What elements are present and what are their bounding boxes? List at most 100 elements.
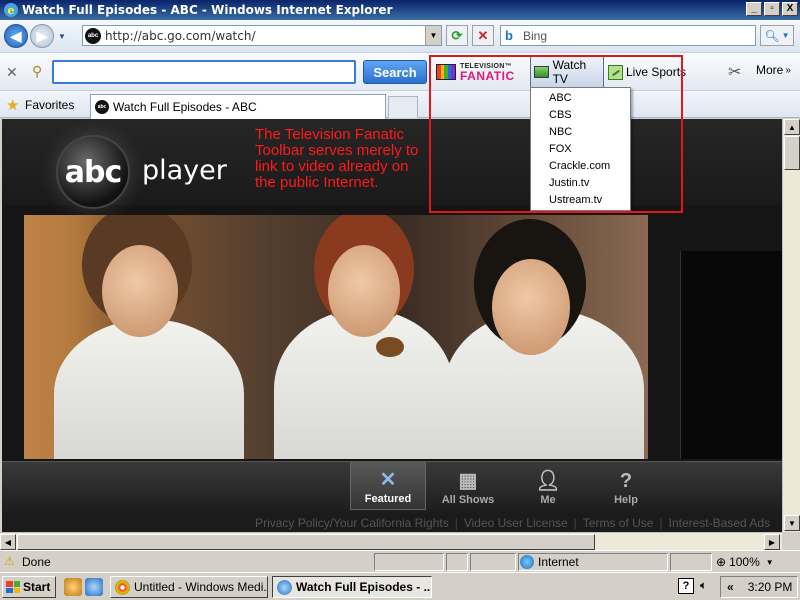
popup-blocked-cell[interactable] <box>446 553 468 571</box>
horizontal-scrollbar[interactable]: ◀ ▶ <box>0 532 782 550</box>
warning-icon: ⚠ <box>4 554 15 568</box>
start-label: Start <box>23 580 51 594</box>
start-button[interactable]: Start <box>2 576 56 598</box>
zoom-level: 100% <box>729 555 760 569</box>
scroll-right-button[interactable]: ▶ <box>764 534 780 550</box>
protected-mode-cell[interactable] <box>670 553 712 571</box>
vertical-scrollbar[interactable]: ▲ ▼ <box>782 119 800 533</box>
video-still <box>24 215 648 459</box>
favorites-label[interactable]: Favorites <box>25 98 74 112</box>
system-tray: « 3:20 PM <box>720 576 798 598</box>
address-input[interactable]: abc http://abc.go.com/watch/ ▼ <box>82 25 442 46</box>
window-controls: _ ▫ X <box>746 2 798 16</box>
quick-launch-firefox-icon[interactable] <box>64 578 82 596</box>
nav-help[interactable]: ? Help <box>588 462 664 510</box>
globe-icon <box>520 555 534 569</box>
search-placeholder: Bing <box>523 28 548 43</box>
terms-link[interactable]: Terms of Use <box>577 516 660 530</box>
nav-all-shows-label: All Shows <box>441 494 495 506</box>
menu-item-nbc[interactable]: NBC <box>531 124 630 141</box>
recent-pages-dropdown[interactable]: ▼ <box>58 32 68 41</box>
chevron-down-icon: ▼ <box>781 31 790 40</box>
footer-links: Privacy Policy/Your California Rights | V… <box>2 513 782 533</box>
interest-ads-link[interactable]: Interest-Based Ads <box>663 516 776 530</box>
task-watch-full-episodes[interactable]: Watch Full Episodes - ... <box>272 576 432 598</box>
nav-featured-label: Featured <box>364 493 412 505</box>
menu-item-justin[interactable]: Justin.tv <box>531 175 630 192</box>
privacy-link[interactable]: Privacy Policy/Your California Rights <box>249 516 455 530</box>
tray-expand-icon[interactable]: « <box>727 580 734 594</box>
forward-button[interactable]: ▶ <box>30 24 54 48</box>
scroll-left-button[interactable]: ◀ <box>0 534 16 550</box>
scroll-down-button[interactable]: ▼ <box>784 515 800 531</box>
live-sports-label: Live Sports <box>626 65 687 79</box>
speaker-icon[interactable]: 🔈︎ <box>700 578 707 593</box>
back-button[interactable]: ◀ <box>4 24 28 48</box>
new-tab-button[interactable] <box>388 96 418 118</box>
more-button[interactable]: More » <box>756 63 791 77</box>
chrome-icon <box>115 579 130 595</box>
task-label: Watch Full Episodes - ... <box>296 580 432 594</box>
player-nav: ✕ Featured ▦ All Shows 👤︎ Me ? Help <box>2 461 782 513</box>
nav-all-shows[interactable]: ▦ All Shows <box>430 462 506 510</box>
minimize-button[interactable]: _ <box>746 2 762 16</box>
zoom-icon: ⊕ <box>716 555 727 569</box>
stop-button[interactable]: ✕ <box>472 25 494 46</box>
toolbar-search-input[interactable] <box>52 60 356 84</box>
help-icon[interactable]: ? <box>678 578 694 594</box>
menu-item-cbs[interactable]: CBS <box>531 107 630 124</box>
menu-item-fox[interactable]: FOX <box>531 141 630 158</box>
tab-label: Watch Full Episodes - ABC <box>113 100 257 114</box>
favorites-star-icon[interactable]: ★ <box>6 96 19 114</box>
url-dropdown-button[interactable]: ▼ <box>425 26 441 45</box>
scroll-up-button[interactable]: ▲ <box>784 119 800 135</box>
menu-item-ustream[interactable]: Ustream.tv <box>531 192 630 209</box>
tab-watch-full-episodes[interactable]: abc Watch Full Episodes - ABC <box>90 94 386 119</box>
search-provider-input[interactable]: b Bing <box>500 25 756 46</box>
windows-logo-icon <box>6 581 20 593</box>
nav-featured[interactable]: ✕ Featured <box>350 462 426 510</box>
clock[interactable]: 3:20 PM <box>748 580 793 594</box>
tools-icon[interactable]: ✂ <box>728 62 741 82</box>
tv-fanatic-toolbar: ✕ ⚲ Search TELEVISION™ FANATIC Watch TV … <box>0 52 800 90</box>
double-chevron-icon: » <box>785 64 791 76</box>
title-bar[interactable]: e Watch Full Episodes - ABC - Windows In… <box>0 0 800 20</box>
status-bar: ⚠ Done Internet ⊕ 100% ▼ <box>0 550 800 572</box>
sports-icon <box>608 64 623 80</box>
menu-item-abc[interactable]: ABC <box>531 90 630 107</box>
horizontal-scroll-thumb[interactable] <box>17 534 595 550</box>
vertical-scroll-thumb[interactable] <box>784 136 800 170</box>
video-license-link[interactable]: Video User License <box>458 516 574 530</box>
video-player[interactable] <box>24 215 648 459</box>
nav-me[interactable]: 👤︎ Me <box>510 462 586 510</box>
bing-icon: b <box>505 28 513 43</box>
maximize-button[interactable]: ▫ <box>764 2 780 16</box>
player-title: player <box>142 155 227 186</box>
tv-fanatic-logo[interactable]: TELEVISION™ FANATIC <box>436 61 515 83</box>
page-content: abc player The Television Fanatic Toolba… <box>2 119 782 533</box>
annotation-text: The Television Fanatic Toolbar serves me… <box>255 126 419 191</box>
close-button[interactable]: X <box>782 2 798 16</box>
address-bar-row: ◀ ▶ ▼ abc http://abc.go.com/watch/ ▼ ⟳ ✕… <box>0 20 800 52</box>
watch-tv-button[interactable]: Watch TV <box>530 56 604 88</box>
logo-bottom-text: FANATIC <box>460 68 515 83</box>
abc-logo[interactable]: abc <box>56 135 130 209</box>
toolbar-search-button[interactable]: Search <box>363 60 427 84</box>
site-favicon-icon: abc <box>95 100 109 114</box>
ie-icon <box>277 579 292 595</box>
window-title: Watch Full Episodes - ABC - Windows Inte… <box>22 3 393 17</box>
quick-launch-ie-icon[interactable] <box>85 578 103 596</box>
scroll-corner <box>782 532 800 550</box>
featured-icon: ✕ <box>379 469 397 491</box>
toolbar-close-icon[interactable]: ✕ <box>6 64 18 81</box>
zone-label: Internet <box>538 555 579 569</box>
zoom-control[interactable]: ⊕ 100% ▼ <box>716 555 774 569</box>
tv-icon <box>534 66 549 78</box>
menu-item-crackle[interactable]: Crackle.com <box>531 158 630 175</box>
task-label: Untitled - Windows Medi... <box>134 580 268 594</box>
refresh-button[interactable]: ⟳ <box>446 25 468 46</box>
task-windows-media[interactable]: Untitled - Windows Medi... <box>110 576 268 598</box>
live-sports-button[interactable]: Live Sports <box>608 62 686 82</box>
search-go-button[interactable]: 🔍︎ ▼ <box>760 25 794 46</box>
nav-me-label: Me <box>540 494 556 506</box>
